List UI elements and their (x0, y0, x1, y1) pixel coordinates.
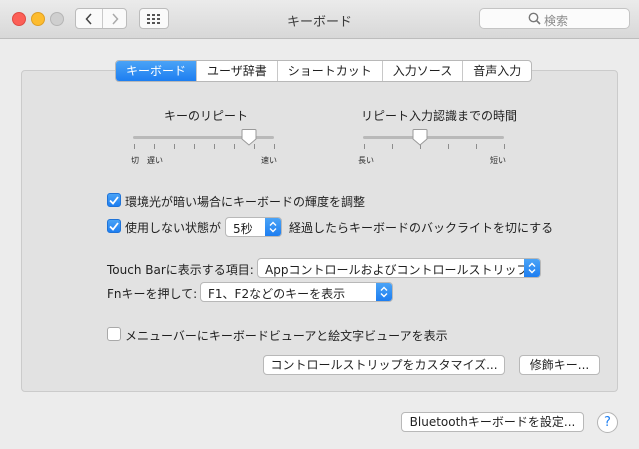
slider-tick (476, 144, 477, 149)
slider-tick (364, 144, 365, 149)
customize-control-strip-button[interactable]: コントロールストリップをカスタマイズ... (263, 355, 505, 375)
delay-short-label: 短い (490, 156, 506, 165)
setup-bluetooth-keyboard-button[interactable]: Bluetoothキーボードを設定... (401, 412, 584, 432)
slider-tick (194, 144, 195, 149)
adjust-brightness-label: 環境光が暗い場合にキーボードの輝度を調整 (125, 195, 366, 209)
delay-until-repeat-title: リピート入力認識までの時間 (361, 109, 518, 123)
tab-dictation[interactable]: 音声入力 (462, 61, 531, 81)
fn-key-popup[interactable]: F1、F2などのキーを表示 (200, 282, 393, 302)
slider-tick (274, 144, 275, 149)
delay-slider-track[interactable] (363, 136, 504, 139)
slider-tick (392, 144, 393, 149)
tab-shortcuts[interactable]: ショートカット (276, 61, 382, 81)
modifier-keys-button[interactable]: 修飾キー... (519, 355, 600, 375)
checkmark-icon (109, 195, 119, 205)
slider-tick (504, 144, 505, 149)
search-placeholder: 検索 (544, 14, 569, 28)
slider-tick (174, 144, 175, 149)
adjust-brightness-checkbox[interactable] (107, 193, 121, 207)
updown-arrows-icon (265, 218, 281, 236)
title-bar: キーボード 検索 (0, 0, 639, 39)
slider-tick (448, 144, 449, 149)
backlight-off-checkbox[interactable] (107, 219, 121, 233)
search-icon (528, 12, 541, 25)
fn-key-label: Fnキーを押して: (107, 287, 198, 301)
delay-long-label: 長い (358, 156, 374, 165)
key-repeat-off-label: 切 (131, 156, 139, 165)
show-viewers-checkbox[interactable] (107, 327, 121, 341)
key-repeat-title: キーのリピート (164, 109, 249, 123)
backlight-timeout-popup[interactable]: 5秒 (225, 217, 282, 237)
key-repeat-slow-label: 遅い (147, 156, 163, 165)
tab-user-dictionary[interactable]: ユーザ辞書 (196, 61, 277, 81)
backlight-off-prefix: 使用しない状態が (125, 221, 222, 235)
show-viewers-label: メニューバーにキーボードビューアと絵文字ビューアを表示 (125, 329, 448, 343)
backlight-off-suffix: 経過したらキーボードのバックライトを切にする (289, 221, 554, 235)
tab-bar: キーボード ユーザ辞書 ショートカット 入力ソース 音声入力 (115, 60, 533, 82)
slider-tick (154, 144, 155, 149)
tab-keyboard[interactable]: キーボード (116, 61, 197, 81)
search-field[interactable]: 検索 (479, 8, 630, 29)
touchbar-value: Appコントロールおよびコントロールストリップ (265, 263, 529, 277)
key-repeat-slider-thumb[interactable] (241, 129, 257, 146)
fn-key-value: F1、F2などのキーを表示 (208, 287, 346, 301)
touchbar-popup[interactable]: Appコントロールおよびコントロールストリップ (257, 258, 541, 278)
slider-tick (214, 144, 215, 149)
touchbar-label: Touch Barに表示する項目: (107, 263, 254, 277)
checkmark-icon (109, 221, 119, 231)
backlight-timeout-value: 5秒 (233, 222, 253, 236)
delay-slider-thumb[interactable] (412, 129, 428, 146)
updown-arrows-icon (376, 283, 392, 301)
tab-input-sources[interactable]: 入力ソース (381, 61, 462, 81)
key-repeat-fast-label: 速い (261, 156, 277, 165)
slider-tick (134, 144, 135, 149)
help-button[interactable]: ? (597, 412, 618, 433)
slider-tick (234, 144, 235, 149)
updown-arrows-icon (524, 259, 540, 277)
